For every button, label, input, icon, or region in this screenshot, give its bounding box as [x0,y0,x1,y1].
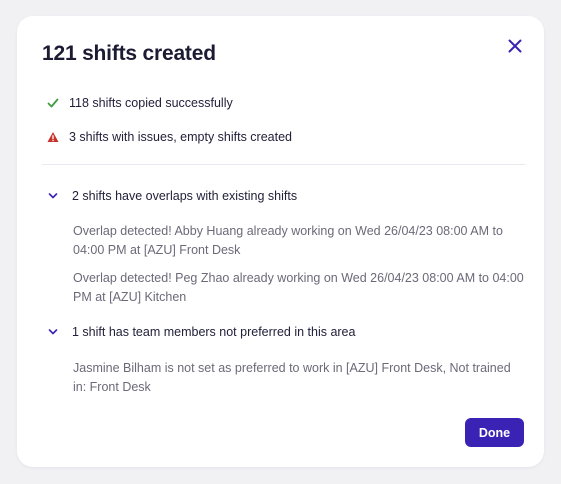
preference-section-toggle[interactable]: 1 shift has team members not preferred i… [47,323,355,341]
overlap-section-title: 2 shifts have overlaps with existing shi… [72,189,298,203]
divider [42,164,525,165]
summary-success: 118 shifts copied successfully [47,94,233,112]
preference-detail-item: Jasmine Bilham is not set as preferred t… [73,361,511,394]
chevron-down-icon [47,326,59,338]
close-button[interactable] [505,36,525,56]
done-button[interactable]: Done [465,418,524,447]
warning-icon [47,131,59,143]
close-icon [505,39,525,59]
chevron-down-icon [47,190,59,202]
shifts-created-dialog: 121 shifts created 118 shifts copied suc… [17,16,544,467]
summary-success-text: 118 shifts copied successfully [69,96,233,110]
dialog-title: 121 shifts created [42,42,216,65]
overlap-detail-item: Overlap detected! Abby Huang already wor… [73,224,503,257]
summary-warning: 3 shifts with issues, empty shifts creat… [47,128,292,146]
check-icon [47,97,59,109]
summary-warning-text: 3 shifts with issues, empty shifts creat… [69,130,293,144]
overlap-section-toggle[interactable]: 2 shifts have overlaps with existing shi… [47,187,297,205]
overlap-detail-item: Overlap detected! Peg Zhao already worki… [73,271,524,304]
preference-section-title: 1 shift has team members not preferred i… [72,325,356,339]
